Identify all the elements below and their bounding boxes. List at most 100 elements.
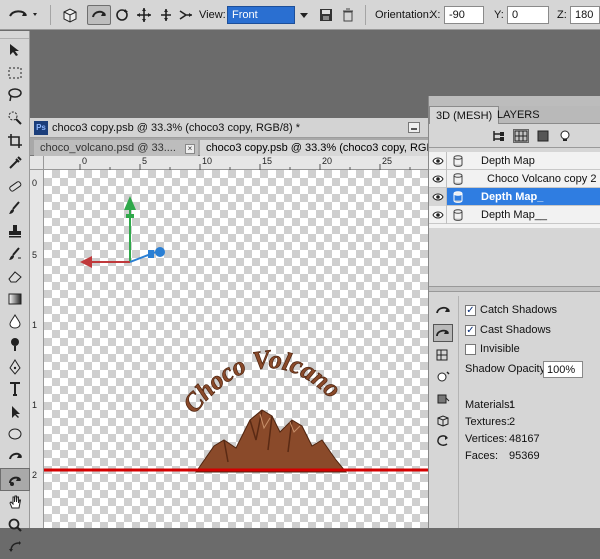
healing-brush-tool[interactable]	[0, 175, 30, 198]
roll-mesh-button[interactable]	[112, 5, 132, 25]
checkbox-label: Invisible	[480, 343, 520, 355]
brush-icon	[9, 201, 20, 215]
reset-tool[interactable]	[433, 432, 453, 450]
zoom-tool[interactable]	[0, 513, 30, 536]
x-label: X:	[430, 9, 441, 21]
quick-selection-icon	[8, 111, 22, 125]
mesh-cylinder-icon	[453, 155, 463, 167]
mesh-row[interactable]: Depth Map__	[429, 206, 600, 224]
eye-icon[interactable]	[429, 206, 447, 224]
filter-meshes-button[interactable]	[513, 129, 529, 143]
gradient-tool[interactable]	[0, 288, 30, 311]
orientation-y-input[interactable]: 0	[507, 6, 549, 24]
texture-tool[interactable]	[433, 412, 453, 430]
tab-layers[interactable]: LAYERS	[491, 106, 546, 124]
panel-splitter[interactable]	[429, 286, 600, 292]
scale-icon	[179, 10, 192, 20]
shadow-opacity-input[interactable]: 100%	[543, 361, 583, 378]
camera-rotate-tool[interactable]	[433, 324, 453, 342]
tab-3d-mesh[interactable]: 3D (MESH)	[429, 106, 500, 124]
artwork-title-text: Choco Volcano	[177, 344, 347, 418]
catch-shadows-checkbox[interactable]: ✓ Catch Shadows	[465, 304, 557, 316]
tool-preset-picker[interactable]	[6, 5, 42, 25]
document-title-bar[interactable]: Ps choco3 copy.psb @ 33.3% (choco3 copy,…	[30, 118, 430, 138]
drag-mesh-button[interactable]	[134, 5, 154, 25]
checkbox-checked[interactable]: ✓	[465, 324, 476, 336]
rotate-3d-icon	[436, 306, 450, 314]
eye-icon[interactable]	[429, 152, 447, 170]
mesh-settings-tool[interactable]	[433, 346, 453, 364]
mesh-row[interactable]: Depth Map	[429, 152, 600, 170]
material-tool[interactable]	[433, 390, 453, 408]
hand-tool[interactable]	[0, 491, 30, 514]
3d-object-rotate-tool[interactable]	[0, 446, 30, 469]
mesh-grid-icon	[436, 349, 448, 361]
scale-mesh-button[interactable]	[176, 5, 196, 25]
mesh-cylinder-icon	[453, 209, 463, 221]
crop-tool[interactable]	[0, 129, 30, 152]
dodge-tool[interactable]	[0, 333, 30, 356]
invisible-checkbox[interactable]: Invisible	[465, 343, 520, 355]
pen-tool[interactable]	[0, 355, 30, 378]
object-rotate-tool[interactable]	[433, 302, 453, 320]
eraser-tool[interactable]	[0, 265, 30, 288]
blur-tool[interactable]	[0, 310, 30, 333]
property-tool-icons	[429, 296, 459, 528]
stat-label: Faces:	[465, 450, 499, 462]
delete-view-button[interactable]	[340, 5, 356, 25]
trash-icon	[343, 8, 353, 22]
orientation-z-input[interactable]: 180	[570, 6, 600, 24]
swap-colors-tool[interactable]	[0, 536, 30, 559]
eyedropper-tool[interactable]	[0, 152, 30, 175]
save-view-button[interactable]	[318, 5, 334, 25]
orientation-x-input[interactable]: -90	[444, 6, 484, 24]
eye-icon[interactable]	[429, 170, 447, 188]
rotate-3d-icon	[9, 10, 37, 17]
tab-choco-volcano[interactable]: choco_volcano.psd @ 33.... ×	[34, 140, 198, 156]
brush-tool[interactable]	[0, 197, 30, 220]
lasso-tool[interactable]	[0, 84, 30, 107]
cast-shadows-checkbox[interactable]: ✓ Cast Shadows	[465, 324, 551, 336]
shape-tool[interactable]	[0, 423, 30, 446]
move-cross-icon	[137, 8, 151, 22]
move-tool[interactable]	[0, 39, 30, 62]
marquee-tool[interactable]	[0, 62, 30, 85]
bandage-icon	[9, 181, 22, 192]
tab-choco3-copy[interactable]: choco3 copy.psb @ 33.3% (choco3 copy, RG…	[200, 140, 430, 156]
history-brush-tool[interactable]	[0, 242, 30, 265]
eye-icon[interactable]	[429, 188, 447, 206]
clone-stamp-tool[interactable]	[0, 220, 30, 243]
slide-mesh-button[interactable]	[156, 5, 176, 25]
vertical-ruler[interactable]: 0 5 1 1 2	[30, 170, 44, 528]
filter-scene-button[interactable]	[491, 129, 507, 143]
tools-panel-grip[interactable]	[0, 31, 29, 39]
type-tool[interactable]	[0, 378, 30, 401]
view-label: View:	[199, 9, 226, 21]
z-label: Z:	[557, 9, 567, 21]
filter-materials-button[interactable]	[535, 129, 551, 143]
minimize-button[interactable]	[408, 122, 420, 133]
filter-lights-button[interactable]	[557, 129, 573, 143]
y-label: Y:	[494, 9, 504, 21]
close-icon[interactable]: ×	[184, 144, 195, 154]
mesh-row[interactable]: Choco Volcano copy 2	[429, 170, 600, 188]
quick-selection-tool[interactable]	[0, 107, 30, 130]
mesh-row-selected[interactable]: Depth Map_	[429, 188, 600, 206]
horizontal-ruler[interactable]: 0 5 10 15 20 25	[44, 156, 430, 170]
3d-camera-rotate-tool[interactable]	[0, 468, 30, 491]
checkbox-unchecked[interactable]	[465, 343, 476, 355]
view-dropdown-button[interactable]	[297, 5, 311, 25]
return-to-initial-button[interactable]	[58, 5, 80, 25]
chevron-down-icon	[300, 13, 308, 18]
light-tool[interactable]	[433, 368, 453, 386]
volcano-mountains	[195, 409, 348, 473]
path-selection-tool[interactable]	[0, 401, 30, 424]
3d-scene: Choco Volcano	[44, 196, 430, 473]
document-canvas[interactable]: Choco Volcano	[44, 170, 430, 528]
view-select[interactable]: Front	[227, 6, 295, 24]
rotate-mesh-button[interactable]	[87, 5, 111, 25]
checkbox-checked[interactable]: ✓	[465, 304, 476, 316]
stat-label: Vertices:	[465, 433, 508, 445]
separator	[50, 5, 51, 25]
panel-header-strip[interactable]	[429, 96, 600, 106]
